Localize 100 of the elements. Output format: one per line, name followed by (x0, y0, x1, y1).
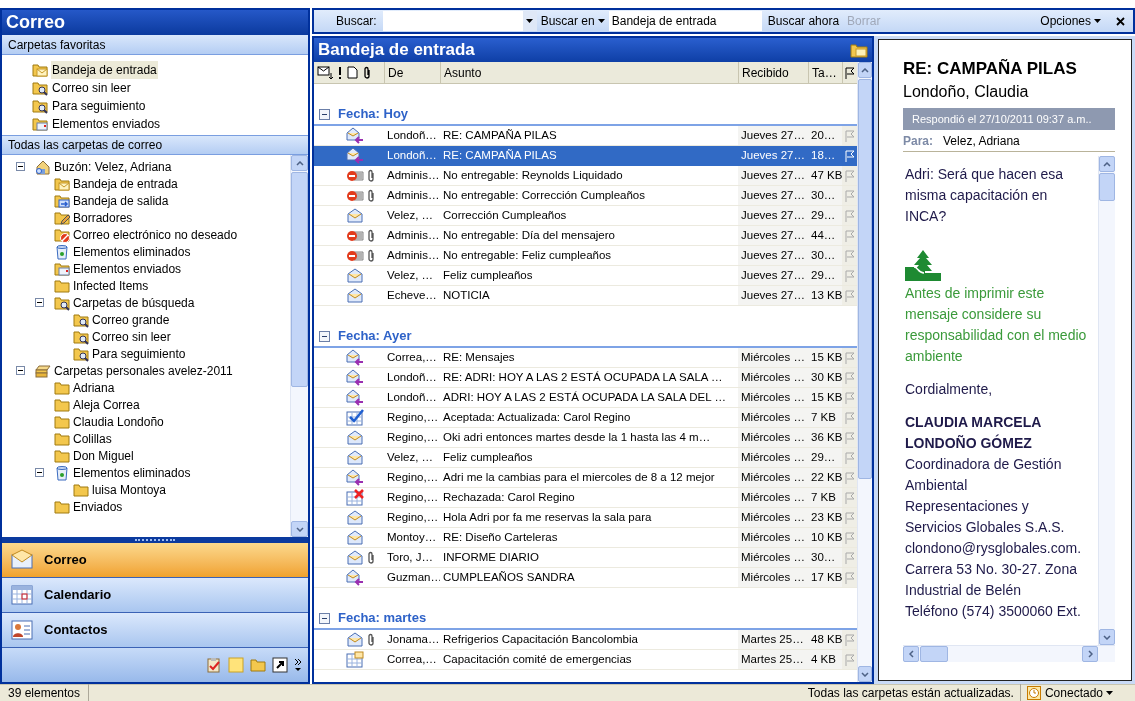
group-header[interactable]: Fecha: martes (338, 608, 427, 628)
column-header[interactable]: Ta… (808, 62, 842, 83)
folder-item[interactable]: Bandeja de entrada (73, 174, 178, 193)
folder-item[interactable]: luisa Montoya (92, 480, 167, 499)
message-row[interactable]: Velez, … Feliz cumpleaños Miércoles … 29… (314, 448, 857, 468)
envelope-sort-icon[interactable] (317, 65, 333, 80)
folder-item[interactable]: Enviados (73, 497, 123, 516)
folder-item[interactable]: Aleja Correa (73, 395, 140, 414)
options-button[interactable]: Opciones (1036, 11, 1105, 31)
close-button[interactable] (1113, 14, 1127, 28)
favorite-folder[interactable]: Para seguimiento (51, 97, 147, 115)
chevron-icon[interactable] (294, 658, 302, 672)
message-row[interactable]: Correa,… RE: Mensajes Miércoles … 15 KB (314, 348, 857, 368)
folder-item[interactable]: Carpetas de búsqueda (73, 293, 195, 312)
message-row[interactable]: Regino,… Aceptada: Actualizada: Carol Regino Miércoles … 7 KB (314, 408, 857, 428)
message-row[interactable]: Correa,… Capacitación comité de emergencias Martes 25… 4 KB (314, 650, 857, 670)
scroll-down-button[interactable] (291, 521, 308, 537)
scroll-up-button[interactable] (291, 155, 308, 171)
message-row[interactable]: Echeve… NOTICIA Jueves 27… 13 KB (314, 286, 857, 306)
message-row[interactable]: Regino,… Hola Adri por fa me reservas la sala para Miércoles … 23 KB (314, 508, 857, 528)
clipboard-check-icon[interactable] (206, 657, 222, 673)
message-row[interactable]: Montoy… RE: Diseño Carteleras Miércoles … 10 KB (314, 528, 857, 548)
folder-item[interactable]: Buzón: Velez, Adriana (54, 157, 172, 176)
scroll-up-button[interactable] (858, 62, 872, 78)
folder-item[interactable]: Elementos enviados (73, 259, 182, 278)
collapse-icon[interactable] (35, 298, 44, 307)
search-field[interactable] (382, 11, 523, 31)
column-header[interactable]: Recibido (738, 62, 808, 83)
collapse-icon[interactable] (16, 366, 25, 375)
message-row[interactable]: Regino,… Oki adri entonces martes desde la 1 hasta las 4 m… Miércoles … 36 KB (314, 428, 857, 448)
message-row[interactable]: Regino,… Adri me la cambias para el miercoles de 8 a 12 mejor Miércoles … 22 KB (314, 468, 857, 488)
folder-item[interactable]: Carpetas personales avelez-2011 (54, 361, 233, 380)
message-row[interactable]: Regino,… Rechazada: Carol Regino Miércoles … 7 KB (314, 488, 857, 508)
connection-status-button[interactable]: Conectado (1040, 684, 1117, 701)
folder-item[interactable]: Infected Items (73, 276, 149, 295)
folder-item[interactable]: Elementos eliminados (73, 463, 191, 482)
scrollbar[interactable] (1098, 156, 1115, 645)
scope-field[interactable]: Bandeja de entrada (608, 11, 762, 31)
folder-item[interactable]: Bandeja de salida (73, 191, 169, 210)
message-row[interactable]: Londoñ… ADRI: HOY A LAS 2 ESTÁ OCUPADA LA SALA DEL … Miércoles … 15 KB (314, 388, 857, 408)
shortcut-icon[interactable] (272, 657, 288, 673)
search-now-button[interactable]: Buscar ahora (761, 11, 846, 31)
message-row[interactable]: Londoñ… RE: ADRI: HOY A LAS 2 ESTÁ OCUPADA LA SALA … Miércoles … 30 KB (314, 368, 857, 388)
collapse-icon[interactable] (319, 108, 330, 120)
scrollbar-thumb[interactable] (920, 646, 948, 662)
collapse-icon[interactable] (319, 612, 330, 624)
favorite-folder[interactable]: Bandeja de entrada (51, 61, 158, 79)
scrollbar[interactable] (290, 155, 308, 537)
folder-item[interactable]: Claudia Londoño (73, 412, 164, 431)
column-header[interactable]: De (384, 62, 440, 83)
scrollbar-thumb[interactable] (858, 79, 872, 479)
message-row[interactable]: Adminis… No entregable: Día del mensajero Jueves 27… 44… (314, 226, 857, 246)
column-header[interactable]: Asunto (440, 62, 738, 83)
folder-item[interactable]: Adriana (73, 378, 115, 397)
message-row[interactable]: Jonama… Refrigerios Capacitación Bancolombia Martes 25… 48 KB (314, 630, 857, 650)
folder-item[interactable]: Para seguimiento (92, 344, 186, 363)
splitter[interactable] (2, 537, 308, 543)
scrollbar-thumb[interactable] (291, 172, 308, 387)
message-row[interactable]: Guzman…CUMPLEAÑOS SANDRA Miércoles … 17 KB (314, 568, 857, 588)
flag-icon[interactable] (845, 66, 855, 79)
group-header[interactable]: Fecha: Hoy (338, 104, 409, 124)
navigation-button[interactable]: Correo (2, 543, 308, 578)
folder-item[interactable]: Correo grande (92, 310, 170, 329)
navigation-button[interactable]: Contactos (2, 613, 308, 648)
folder-item[interactable]: Don Miguel (73, 446, 134, 465)
scroll-down-button[interactable] (858, 666, 872, 682)
folder-item[interactable]: Correo sin leer (92, 327, 171, 346)
collapse-icon[interactable] (16, 162, 25, 171)
scroll-up-button[interactable] (1099, 156, 1115, 172)
horizontal-scrollbar[interactable] (903, 645, 1115, 662)
message-row[interactable]: Adminis… No entregable: Reynolds Liquidado Jueves 27… 47 KB (314, 166, 857, 186)
message-row[interactable]: Velez, … Feliz cumpleaños Jueves 27… 29… (314, 266, 857, 286)
folder-item[interactable]: Correo electrónico no deseado (73, 225, 238, 244)
folder-item[interactable]: Borradores (73, 208, 133, 227)
folder-item[interactable]: Colillas (73, 429, 112, 448)
group-header[interactable]: Fecha: Ayer (338, 326, 412, 346)
favorite-folder[interactable]: Elementos enviados (51, 115, 162, 133)
scrollbar-thumb[interactable] (1099, 173, 1115, 201)
note-icon[interactable] (228, 657, 244, 673)
collapse-icon[interactable] (319, 330, 330, 342)
collapse-icon[interactable] (35, 468, 44, 477)
message-row[interactable]: Adminis… No entregable: Corrección Cumpleaños Jueves 27… 30… (314, 186, 857, 206)
document-icon[interactable] (347, 66, 358, 79)
scroll-right-button[interactable] (1082, 646, 1098, 662)
scrollbar[interactable] (857, 62, 872, 682)
folder-magnifier-icon (73, 311, 89, 328)
message-row[interactable]: Adminis… No entregable: Feliz cumpleaños Jueves 27… 30… (314, 246, 857, 266)
search-scope-button[interactable]: Buscar en (536, 11, 609, 31)
folder-item[interactable]: Elementos eliminados (73, 242, 191, 261)
message-row[interactable]: Toro, J… INFORME DIARIO Miércoles … 30… (314, 548, 857, 568)
favorite-folder[interactable]: Correo sin leer (51, 79, 132, 97)
navigation-button[interactable]: Calendario (2, 578, 308, 613)
message-row[interactable]: Velez, … Corrección Cumpleaños Jueves 27… 29… (314, 206, 857, 226)
paperclip-icon[interactable] (363, 66, 371, 79)
message-row[interactable]: Londoñ… RE: CAMPAÑA PILAS Jueves 27… 18… (314, 146, 857, 166)
importance-icon[interactable] (338, 66, 342, 79)
folder-icon[interactable] (250, 657, 266, 673)
scroll-down-button[interactable] (1099, 629, 1115, 645)
scroll-left-button[interactable] (903, 646, 919, 662)
table-cell: Martes 25… (738, 650, 808, 669)
